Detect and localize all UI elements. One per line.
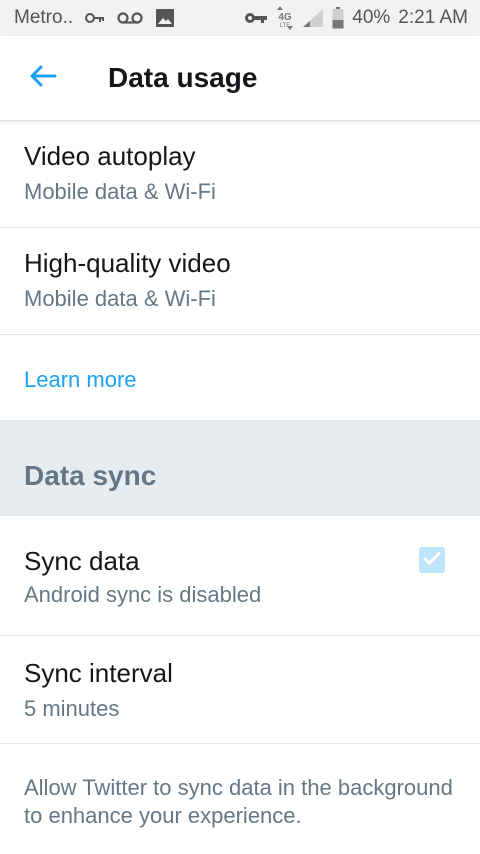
svg-text:LTE: LTE <box>280 23 291 29</box>
sync-data-value: Android sync is disabled <box>24 582 262 607</box>
check-icon <box>422 550 442 571</box>
sync-interval-value: 5 minutes <box>24 696 120 721</box>
video-autoplay-title: Video autoplay <box>24 141 196 171</box>
page-title: Data usage <box>108 62 258 93</box>
sync-note-row: Allow Twitter to sync data in the backgr… <box>0 744 480 854</box>
app-bar: Data usage <box>0 36 480 121</box>
svg-text:4G: 4G <box>279 12 293 23</box>
settings-list: Video autoplay Mobile data & Wi-Fi High-… <box>0 121 480 854</box>
video-autoplay-setting[interactable]: Video autoplay Mobile data & Wi-Fi <box>0 121 480 228</box>
battery-icon <box>332 7 344 29</box>
vpn-key-icon <box>244 11 268 25</box>
sync-data-checkbox[interactable] <box>419 547 445 573</box>
signal-icon <box>302 8 324 28</box>
video-autoplay-value: Mobile data & Wi-Fi <box>24 179 216 204</box>
key-icon <box>85 12 105 24</box>
sync-note: Allow Twitter to sync data in the backgr… <box>24 775 453 828</box>
network-4g-icon: 4G LTE <box>276 5 294 31</box>
carrier-name: Metro.. <box>14 7 74 28</box>
sync-data-title: Sync data <box>24 546 140 576</box>
image-icon <box>155 8 175 28</box>
data-sync-section-header: Data sync <box>0 420 480 516</box>
section-title: Data sync <box>24 460 157 491</box>
learn-more-link[interactable]: Learn more <box>24 367 137 393</box>
clock: 2:21 AM <box>398 7 468 28</box>
sync-interval-setting[interactable]: Sync interval 5 minutes <box>0 636 480 744</box>
arrow-left-icon <box>29 65 57 92</box>
high-quality-video-title: High-quality video <box>24 248 231 278</box>
status-bar: Metro.. 4G LTE 40% 2:21 AM <box>0 0 480 36</box>
back-button[interactable] <box>20 55 66 101</box>
sync-data-setting[interactable]: Sync data Android sync is disabled <box>0 516 480 636</box>
learn-more-row: Learn more <box>0 335 480 420</box>
battery-percent: 40% <box>352 7 391 28</box>
high-quality-video-setting[interactable]: High-quality video Mobile data & Wi-Fi <box>0 228 480 335</box>
high-quality-video-value: Mobile data & Wi-Fi <box>24 286 216 311</box>
sync-interval-title: Sync interval <box>24 658 173 688</box>
voicemail-icon <box>117 11 143 25</box>
